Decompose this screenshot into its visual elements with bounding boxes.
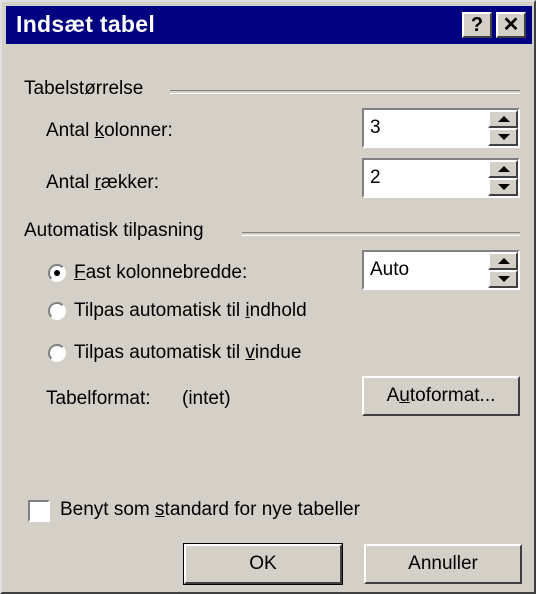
columns-spinner bbox=[488, 110, 518, 146]
column-width-up-button[interactable] bbox=[488, 252, 518, 270]
arrow-up-icon bbox=[498, 166, 510, 172]
help-icon: ? bbox=[470, 14, 484, 36]
columns-up-button[interactable] bbox=[488, 110, 518, 128]
close-icon: ✕ bbox=[502, 14, 520, 36]
autofit-window-radio[interactable] bbox=[48, 344, 66, 362]
arrow-down-icon bbox=[498, 134, 510, 140]
table-size-divider bbox=[170, 90, 520, 94]
autofit-window-label: Tilpas automatisk til vindue bbox=[74, 342, 302, 363]
table-format-value: (intet) bbox=[182, 388, 231, 409]
rows-spinner bbox=[488, 160, 518, 196]
column-width-down-button[interactable] bbox=[488, 270, 518, 288]
rows-label: Antal rækker: bbox=[46, 172, 159, 193]
column-width-spinbox[interactable]: Auto bbox=[362, 250, 520, 290]
columns-label: Antal kolonner: bbox=[46, 120, 173, 141]
fixed-width-radio[interactable] bbox=[48, 264, 66, 282]
arrow-down-icon bbox=[498, 276, 510, 282]
column-width-spinner bbox=[488, 252, 518, 288]
autofit-content-label: Tilpas automatisk til indhold bbox=[74, 300, 307, 321]
column-width-value: Auto bbox=[370, 259, 410, 280]
help-button[interactable]: ? bbox=[462, 12, 492, 38]
arrow-down-icon bbox=[498, 184, 510, 190]
autofit-divider bbox=[242, 232, 520, 236]
arrow-up-icon bbox=[498, 258, 510, 264]
title-bar: Indsæt tabel ? ✕ bbox=[6, 6, 532, 44]
columns-spinbox[interactable]: 3 bbox=[362, 108, 520, 148]
table-format-label: Tabelformat: bbox=[46, 388, 151, 409]
insert-table-dialog: Indsæt tabel ? ✕ Tabelstørrelse Antal ko… bbox=[0, 0, 536, 594]
rows-down-button[interactable] bbox=[488, 178, 518, 196]
close-button[interactable]: ✕ bbox=[496, 12, 526, 38]
rows-spinbox[interactable]: 2 bbox=[362, 158, 520, 198]
arrow-up-icon bbox=[498, 116, 510, 122]
columns-value: 3 bbox=[370, 117, 381, 138]
columns-down-button[interactable] bbox=[488, 128, 518, 146]
autoformat-button[interactable]: Autoformat... bbox=[362, 376, 520, 416]
dialog-title: Indsæt tabel bbox=[16, 11, 156, 37]
set-default-checkbox[interactable] bbox=[28, 500, 50, 522]
fixed-width-label: Fast kolonnebredde: bbox=[74, 262, 248, 283]
set-default-label: Benyt som standard for nye tabeller bbox=[60, 499, 360, 520]
rows-value: 2 bbox=[370, 167, 381, 188]
cancel-button[interactable]: Annuller bbox=[364, 544, 522, 584]
rows-up-button[interactable] bbox=[488, 160, 518, 178]
autoformat-label: Autoformat... bbox=[386, 385, 496, 406]
autofit-content-radio[interactable] bbox=[48, 302, 66, 320]
autofit-group-label: Automatisk tilpasning bbox=[24, 220, 204, 241]
ok-button[interactable]: OK bbox=[183, 543, 343, 585]
radio-selected-dot bbox=[54, 270, 60, 276]
table-size-group-label: Tabelstørrelse bbox=[24, 78, 144, 99]
